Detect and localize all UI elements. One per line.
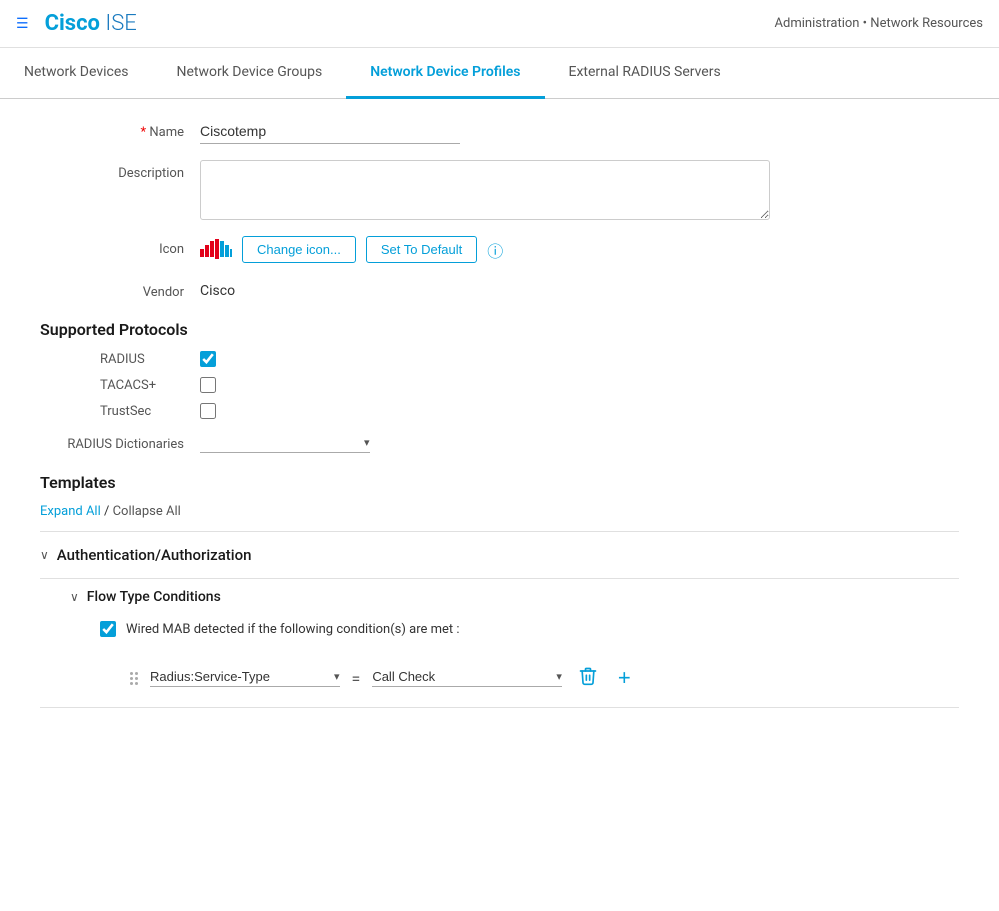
protocol-radius-row: RADIUS bbox=[40, 351, 959, 367]
app-header: ☰ Cisco ISE Administration • Network Res… bbox=[0, 0, 999, 48]
vendor-row: Vendor Cisco bbox=[40, 279, 959, 300]
drag-handle[interactable] bbox=[130, 672, 138, 685]
info-icon[interactable]: ⓘ bbox=[487, 238, 503, 262]
add-condition-button[interactable]: + bbox=[614, 661, 635, 695]
description-textarea[interactable] bbox=[200, 160, 770, 220]
auth-authorization-accordion: ∨ Authentication/Authorization bbox=[40, 532, 959, 579]
protocol-tacacs-row: TACACS+ bbox=[40, 377, 959, 393]
dot bbox=[135, 682, 138, 685]
set-to-default-button[interactable]: Set To Default bbox=[366, 236, 477, 263]
radius-dictionaries-row: RADIUS Dictionaries ▾ bbox=[40, 435, 959, 453]
trash-icon bbox=[578, 666, 598, 686]
tab-network-device-groups[interactable]: Network Device Groups bbox=[153, 48, 347, 99]
name-label: * Name bbox=[40, 119, 200, 140]
condition-left-select[interactable]: Radius:Service-Type bbox=[150, 669, 330, 684]
drag-dot-1 bbox=[130, 672, 138, 675]
condition-right-select[interactable]: Call Check bbox=[372, 669, 552, 684]
dot bbox=[130, 672, 133, 675]
auth-authorization-header[interactable]: ∨ Authentication/Authorization bbox=[40, 532, 959, 578]
radius-checkbox[interactable] bbox=[200, 351, 216, 367]
flow-type-chevron: ∨ bbox=[70, 590, 79, 604]
logo-cisco: Cisco bbox=[45, 11, 100, 36]
change-icon-button[interactable]: Change icon... bbox=[242, 236, 356, 263]
collapse-all-link[interactable]: Collapse All bbox=[113, 504, 181, 519]
dot bbox=[130, 682, 133, 685]
templates-header: Templates bbox=[40, 473, 959, 492]
tab-external-radius-servers[interactable]: External RADIUS Servers bbox=[545, 48, 745, 99]
cisco-logo-icon bbox=[200, 239, 232, 261]
auth-authorization-label: Authentication/Authorization bbox=[57, 546, 252, 564]
description-row: Description bbox=[40, 160, 959, 220]
icon-row: Icon Change icon... Set To Default ⓘ bbox=[40, 236, 959, 263]
description-label: Description bbox=[40, 160, 200, 181]
templates-section: Templates Expand All / Collapse All ∨ Au… bbox=[40, 473, 959, 708]
supported-protocols-header: Supported Protocols bbox=[40, 320, 959, 339]
condition-left-wrapper: Radius:Service-Type ▾ bbox=[150, 669, 340, 687]
flow-type-label: Flow Type Conditions bbox=[87, 589, 221, 605]
breadcrumb: Administration • Network Resources bbox=[775, 16, 983, 31]
trustsec-checkbox[interactable] bbox=[200, 403, 216, 419]
dot bbox=[135, 677, 138, 680]
tab-network-devices[interactable]: Network Devices bbox=[0, 48, 153, 99]
radius-dictionaries-chevron: ▾ bbox=[364, 436, 370, 449]
icon-controls: Change icon... Set To Default ⓘ bbox=[200, 236, 503, 263]
tacacs-checkbox[interactable] bbox=[200, 377, 216, 393]
logo-ise: ISE bbox=[100, 11, 137, 36]
main-content: * Name Description Icon Change icon... S… bbox=[0, 99, 999, 728]
wired-mab-label: Wired MAB detected if the following cond… bbox=[126, 622, 460, 637]
tab-network-device-profiles[interactable]: Network Device Profiles bbox=[346, 48, 544, 99]
separator: / bbox=[104, 504, 113, 519]
name-field-label: Name bbox=[149, 125, 184, 140]
dot bbox=[130, 677, 133, 680]
flow-type-header[interactable]: ∨ Flow Type Conditions bbox=[70, 579, 959, 615]
condition-right-chevron: ▾ bbox=[556, 670, 562, 683]
name-input[interactable] bbox=[200, 119, 460, 144]
radius-dictionaries-select[interactable] bbox=[200, 435, 360, 450]
drag-dot-2 bbox=[130, 677, 138, 680]
dot bbox=[135, 672, 138, 675]
protocol-trustsec-row: TrustSec bbox=[40, 403, 959, 419]
expand-collapse-controls: Expand All / Collapse All bbox=[40, 504, 959, 519]
icon-label: Icon bbox=[40, 236, 200, 257]
condition-left-chevron: ▾ bbox=[334, 670, 340, 683]
nav-tabs: Network Devices Network Device Groups Ne… bbox=[0, 48, 999, 99]
name-row: * Name bbox=[40, 119, 959, 144]
wired-mab-checkbox[interactable] bbox=[100, 621, 116, 637]
equals-sign: = bbox=[352, 669, 361, 688]
flow-type-accordion: ∨ Flow Type Conditions Wired MAB detecte… bbox=[40, 579, 959, 708]
delete-condition-button[interactable] bbox=[574, 662, 602, 695]
app-logo: Cisco ISE bbox=[45, 11, 137, 36]
expand-all-link[interactable]: Expand All bbox=[40, 504, 101, 519]
auth-authorization-chevron: ∨ bbox=[40, 548, 49, 562]
flow-type-sub-accordion: ∨ Flow Type Conditions Wired MAB detecte… bbox=[40, 579, 959, 707]
radius-dictionaries-label: RADIUS Dictionaries bbox=[40, 437, 200, 452]
condition-row: Radius:Service-Type ▾ = Call Check ▾ bbox=[70, 649, 959, 707]
protocol-trustsec-label: TrustSec bbox=[100, 404, 200, 419]
wired-mab-row: Wired MAB detected if the following cond… bbox=[70, 615, 959, 649]
radius-dictionaries-select-wrapper: ▾ bbox=[200, 435, 370, 453]
vendor-label: Vendor bbox=[40, 279, 200, 300]
hamburger-icon[interactable]: ☰ bbox=[16, 16, 29, 32]
condition-right-wrapper: Call Check ▾ bbox=[372, 669, 562, 687]
drag-dot-3 bbox=[130, 682, 138, 685]
vendor-value: Cisco bbox=[200, 279, 235, 299]
protocol-radius-label: RADIUS bbox=[100, 352, 200, 367]
protocol-tacacs-label: TACACS+ bbox=[100, 378, 200, 393]
